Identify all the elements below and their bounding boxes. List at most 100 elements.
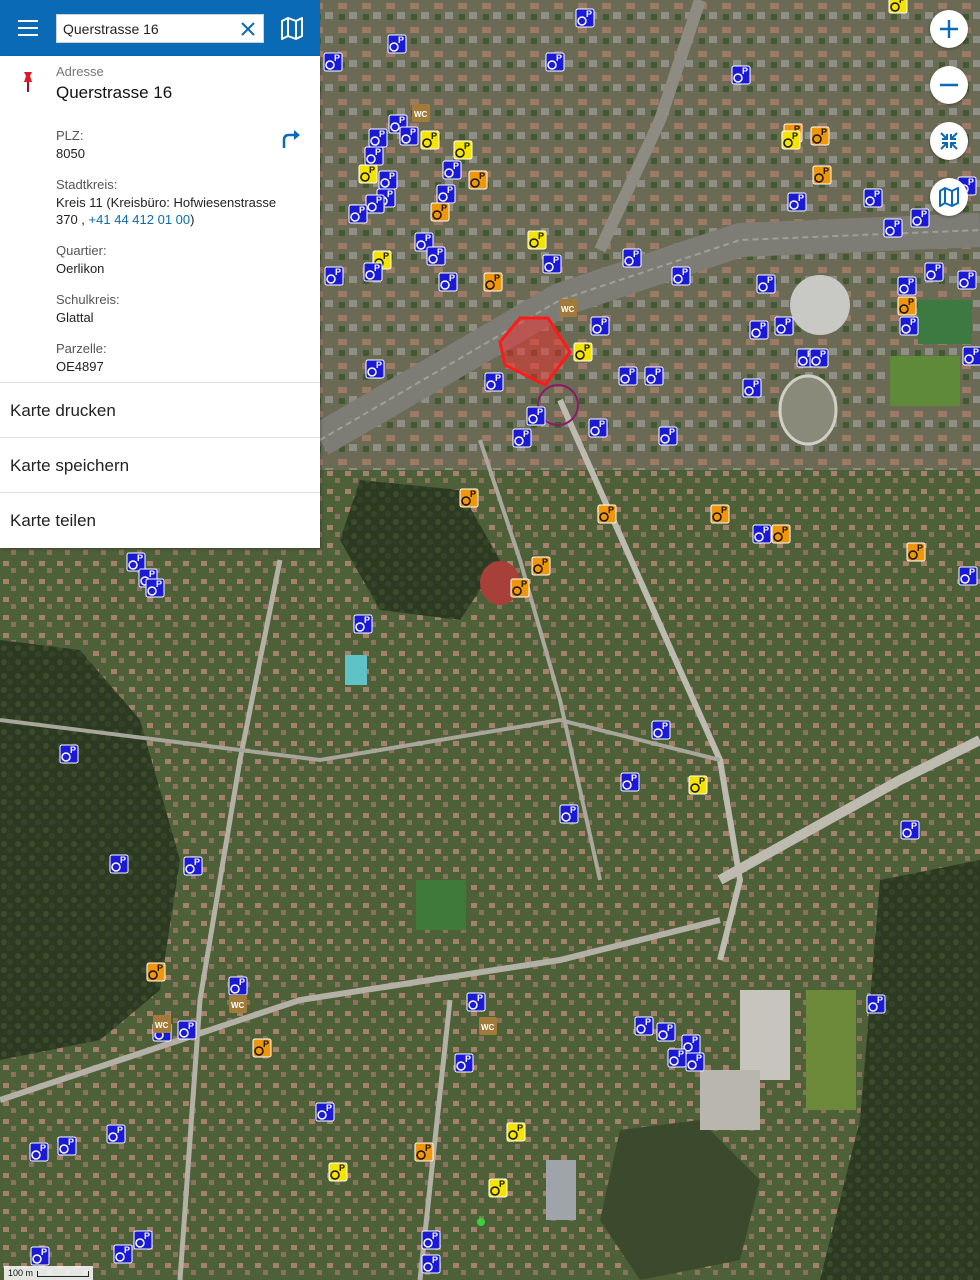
disabled-parking-icon[interactable]: P [146, 962, 166, 982]
print-map-button[interactable]: Karte drucken [0, 382, 320, 437]
disabled-parking-icon[interactable]: P [656, 1022, 676, 1042]
disabled-parking-icon[interactable]: P [573, 342, 593, 362]
disabled-parking-icon[interactable]: P [109, 854, 129, 874]
disabled-parking-icon[interactable]: P [658, 426, 678, 446]
disabled-parking-icon[interactable]: P [430, 202, 450, 222]
disabled-parking-icon[interactable]: P [651, 720, 671, 740]
disabled-parking-icon[interactable]: P [228, 976, 248, 996]
disabled-parking-icon[interactable]: P [183, 856, 203, 876]
disabled-parking-icon[interactable]: P [910, 208, 930, 228]
disabled-parking-icon[interactable]: P [399, 126, 419, 146]
disabled-parking-icon[interactable]: P [742, 378, 762, 398]
disabled-parking-icon[interactable]: P [771, 524, 791, 544]
disabled-parking-icon[interactable]: P [113, 1244, 133, 1264]
disabled-parking-icon[interactable]: P [387, 34, 407, 54]
disabled-parking-icon[interactable]: P [57, 1136, 77, 1156]
disabled-parking-icon[interactable]: P [353, 614, 373, 634]
disabled-parking-icon[interactable]: P [59, 744, 79, 764]
disabled-parking-icon[interactable]: P [618, 366, 638, 386]
disabled-parking-icon[interactable]: P [506, 1122, 526, 1142]
map-layers-button[interactable] [930, 178, 968, 216]
disabled-parking-icon[interactable]: P [414, 1142, 434, 1162]
disabled-parking-icon[interactable]: P [364, 146, 384, 166]
disabled-parking-icon[interactable]: P [442, 160, 462, 180]
disabled-parking-icon[interactable]: P [756, 274, 776, 294]
disabled-parking-icon[interactable]: P [328, 1162, 348, 1182]
disabled-parking-icon[interactable]: P [958, 566, 978, 586]
disabled-parking-icon[interactable]: P [888, 0, 908, 14]
disabled-parking-icon[interactable]: P [30, 1246, 50, 1266]
disabled-parking-icon[interactable]: P [900, 820, 920, 840]
disabled-parking-icon[interactable]: P [597, 504, 617, 524]
disabled-parking-icon[interactable]: P [810, 126, 830, 146]
zoom-in-button[interactable] [930, 10, 968, 48]
disabled-parking-icon[interactable]: P [459, 488, 479, 508]
disabled-parking-icon[interactable]: P [957, 270, 977, 290]
disabled-parking-icon[interactable]: P [962, 346, 980, 366]
wc-icon[interactable]: WC [412, 104, 430, 122]
wc-icon[interactable]: WC [559, 299, 577, 317]
disabled-parking-icon[interactable]: P [809, 348, 829, 368]
disabled-parking-icon[interactable]: P [897, 296, 917, 316]
disabled-parking-icon[interactable]: P [512, 428, 532, 448]
disabled-parking-icon[interactable]: P [588, 418, 608, 438]
disabled-parking-icon[interactable]: P [671, 266, 691, 286]
wc-icon[interactable]: WC [479, 1017, 497, 1035]
disabled-parking-icon[interactable]: P [363, 262, 383, 282]
disabled-parking-icon[interactable]: P [488, 1178, 508, 1198]
disabled-parking-icon[interactable]: P [688, 775, 708, 795]
disabled-parking-icon[interactable]: P [420, 130, 440, 150]
disabled-parking-icon[interactable]: P [531, 556, 551, 576]
disabled-parking-icon[interactable]: P [315, 1102, 335, 1122]
disabled-parking-icon[interactable]: P [365, 194, 385, 214]
disabled-parking-icon[interactable]: P [634, 1016, 654, 1036]
disabled-parking-icon[interactable]: P [622, 248, 642, 268]
disabled-parking-icon[interactable]: P [906, 542, 926, 562]
disabled-parking-icon[interactable]: P [133, 1230, 153, 1250]
disabled-parking-icon[interactable]: P [899, 316, 919, 336]
disabled-parking-icon[interactable]: P [368, 128, 388, 148]
disabled-parking-icon[interactable]: P [468, 170, 488, 190]
disabled-parking-icon[interactable]: P [365, 359, 385, 379]
disabled-parking-icon[interactable]: P [542, 254, 562, 274]
disabled-parking-icon[interactable]: P [620, 772, 640, 792]
disabled-parking-icon[interactable]: P [863, 188, 883, 208]
disabled-parking-icon[interactable]: P [559, 804, 579, 824]
disabled-parking-icon[interactable]: P [106, 1124, 126, 1144]
disabled-parking-icon[interactable]: P [731, 65, 751, 85]
disabled-parking-icon[interactable]: P [883, 218, 903, 238]
disabled-parking-icon[interactable]: P [29, 1142, 49, 1162]
disabled-parking-icon[interactable]: P [781, 130, 801, 150]
disabled-parking-icon[interactable]: P [323, 52, 343, 72]
hamburger-icon[interactable] [12, 14, 44, 42]
disabled-parking-icon[interactable]: P [438, 272, 458, 292]
disabled-parking-icon[interactable]: P [897, 276, 917, 296]
disabled-parking-icon[interactable]: P [177, 1020, 197, 1040]
disabled-parking-icon[interactable]: P [575, 8, 595, 28]
disabled-parking-icon[interactable]: P [752, 524, 772, 544]
disabled-parking-icon[interactable]: P [787, 192, 807, 212]
disabled-parking-icon[interactable]: P [358, 164, 378, 184]
disabled-parking-icon[interactable]: P [774, 316, 794, 336]
disabled-parking-icon[interactable]: P [421, 1254, 441, 1274]
disabled-parking-icon[interactable]: P [466, 992, 486, 1012]
disabled-parking-icon[interactable]: P [436, 184, 456, 204]
disabled-parking-icon[interactable]: P [454, 1053, 474, 1073]
disabled-parking-icon[interactable]: P [426, 246, 446, 266]
disabled-parking-icon[interactable]: P [324, 266, 344, 286]
disabled-parking-icon[interactable]: P [348, 204, 368, 224]
disabled-parking-icon[interactable]: P [421, 1230, 441, 1250]
wc-icon[interactable]: WC [229, 995, 247, 1013]
route-arrow-icon[interactable] [280, 128, 302, 148]
wc-icon[interactable]: WC [153, 1015, 171, 1033]
disabled-parking-icon[interactable]: P [378, 170, 398, 190]
disabled-parking-icon[interactable]: P [749, 320, 769, 340]
fit-extent-button[interactable] [930, 122, 968, 160]
zoom-out-button[interactable] [930, 66, 968, 104]
close-icon[interactable] [237, 18, 259, 40]
disabled-parking-icon[interactable]: P [924, 262, 944, 282]
disabled-parking-icon[interactable]: P [667, 1048, 687, 1068]
disabled-parking-icon[interactable]: P [812, 165, 832, 185]
search-field[interactable] [56, 14, 264, 43]
disabled-parking-icon[interactable]: P [644, 366, 664, 386]
